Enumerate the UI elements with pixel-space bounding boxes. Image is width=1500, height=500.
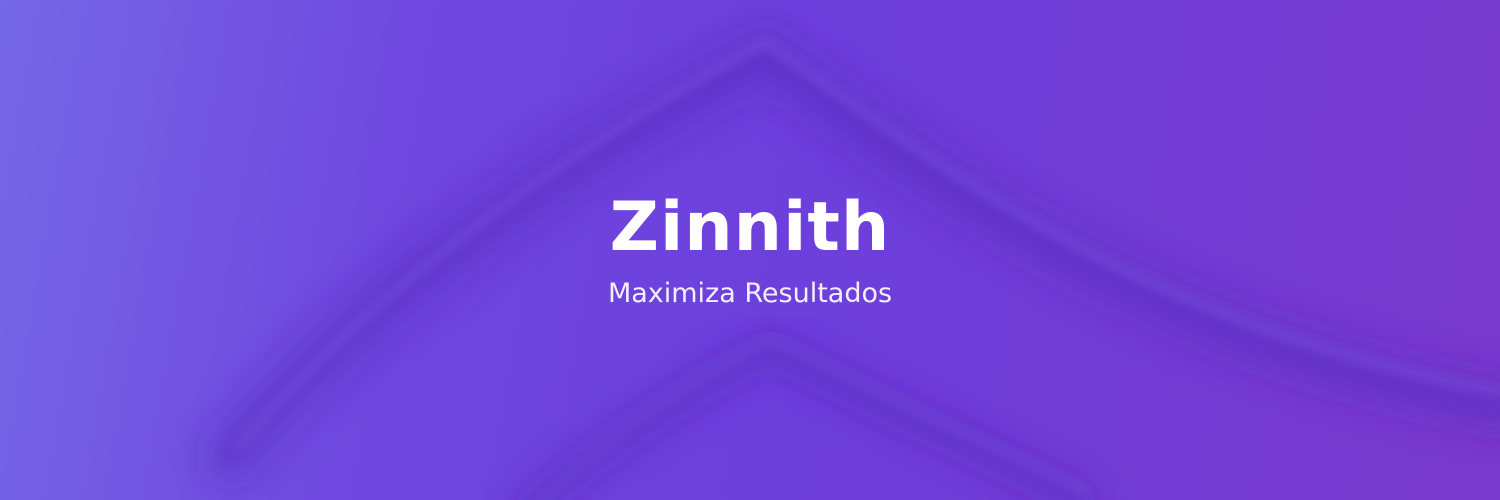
brand-tagline: Maximiza Resultados [607,278,893,309]
brand-name: Zinnith [609,188,891,267]
hero-banner: Zinnith Maximiza Resultados [0,0,1500,500]
